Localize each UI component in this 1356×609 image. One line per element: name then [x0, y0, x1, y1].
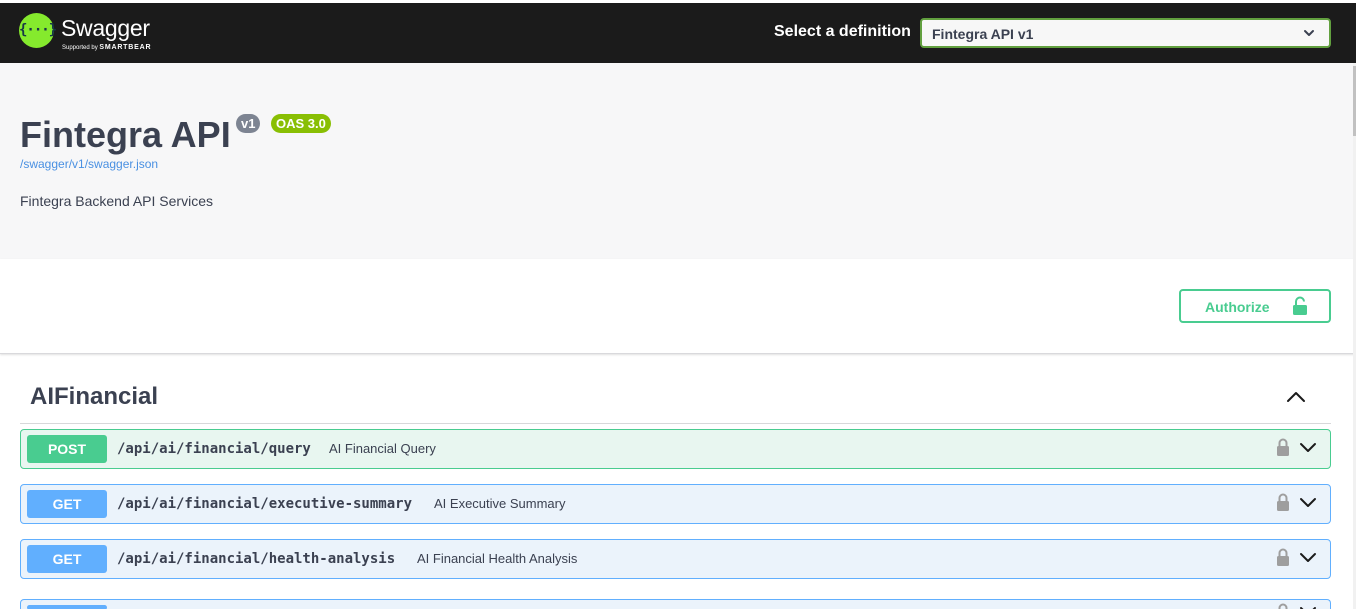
- operation-summary: AI Executive Summary: [434, 496, 566, 511]
- chevron-down-icon[interactable]: [1299, 494, 1317, 510]
- oas-badge: OAS 3.0: [271, 114, 331, 133]
- operation-path: /api/ai/financial/executive-summary: [117, 496, 413, 512]
- chevron-up-icon[interactable]: [1285, 389, 1307, 405]
- method-badge: POST: [27, 435, 107, 463]
- authorize-label: Authorize: [1205, 299, 1270, 315]
- chevron-down-icon: [1304, 30, 1314, 36]
- authorize-button[interactable]: Authorize: [1179, 289, 1331, 323]
- operation-path: /api/ai/financial/health-analysis: [117, 551, 396, 567]
- tag-name: AIFinancial: [30, 383, 159, 410]
- padlock-icon[interactable]: [1276, 437, 1290, 457]
- api-description: Fintegra Backend API Services: [20, 193, 213, 209]
- brand-sub-prefix: Supported by: [62, 45, 98, 51]
- operation-summary: AI Financial Query: [329, 441, 436, 456]
- chevron-down-icon[interactable]: [1299, 603, 1317, 609]
- method-badge: GET: [27, 545, 107, 573]
- tag-section-aifinancial[interactable]: AIFinancial: [20, 374, 1331, 424]
- operation-get-partial[interactable]: [20, 599, 1331, 609]
- definition-label: Select a definition: [774, 23, 911, 40]
- operation-post-query[interactable]: POST /api/ai/financial/query AI Financia…: [20, 429, 1331, 469]
- definition-select[interactable]: Fintegra API v1: [920, 18, 1331, 48]
- brand-title: Swagger: [61, 15, 150, 41]
- logo-glyph: {···}: [19, 22, 57, 38]
- spec-json-link[interactable]: /swagger/v1/swagger.json: [20, 157, 158, 171]
- chevron-down-icon[interactable]: [1299, 439, 1317, 455]
- brand-subtitle: Supported by SMARTBEAR: [62, 44, 151, 51]
- api-title: Fintegra API: [20, 114, 231, 155]
- padlock-icon[interactable]: [1276, 492, 1290, 512]
- operation-get-health-analysis[interactable]: GET /api/ai/financial/health-analysis AI…: [20, 539, 1331, 579]
- operation-get-executive-summary[interactable]: GET /api/ai/financial/executive-summary …: [20, 484, 1331, 524]
- version-badge: v1: [236, 114, 261, 133]
- definition-select-value: Fintegra API v1: [932, 26, 1034, 42]
- padlock-icon[interactable]: [1276, 602, 1290, 609]
- operation-summary: AI Financial Health Analysis: [417, 551, 578, 566]
- method-badge: GET: [27, 490, 107, 518]
- swagger-logo-icon: {···}: [19, 13, 57, 48]
- padlock-icon[interactable]: [1276, 547, 1290, 567]
- operation-path: /api/ai/financial/query: [117, 441, 311, 457]
- chevron-down-icon[interactable]: [1299, 549, 1317, 565]
- method-badge: [27, 605, 107, 609]
- unlocked-padlock-icon: [1293, 296, 1307, 315]
- scheme-container: Authorize: [0, 259, 1356, 354]
- swagger-topbar: {···} Swagger Supported by SMARTBEAR Sel…: [0, 3, 1356, 63]
- brand-sub-company: SMARTBEAR: [99, 44, 152, 51]
- api-info: Fintegra API v1 OAS 3.0 /swagger/v1/swag…: [0, 63, 1356, 259]
- swagger-logo[interactable]: {···} Swagger Supported by SMARTBEAR: [19, 13, 169, 57]
